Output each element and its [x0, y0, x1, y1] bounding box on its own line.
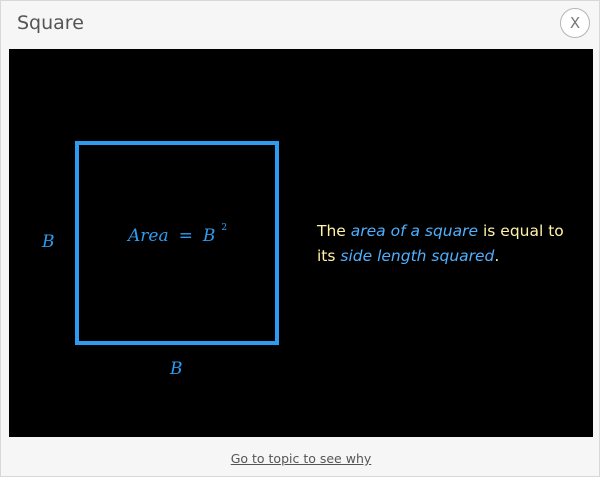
- explanation-part1: The: [317, 222, 351, 240]
- formula-exponent: 2: [221, 223, 228, 234]
- figure-canvas: B B Area = B 2 The area of a square is equa…: [9, 49, 593, 437]
- close-button[interactable]: X: [560, 8, 590, 38]
- formula-lhs: Area: [128, 226, 169, 246]
- go-to-topic-link[interactable]: Go to topic to see why: [1, 451, 600, 466]
- explanation-highlight-area: area of a square: [350, 222, 479, 240]
- formula-variable: B: [202, 226, 216, 246]
- area-formula: Area = B 2: [128, 223, 228, 246]
- dialog-title: Square: [17, 12, 84, 34]
- formula-equals: =: [178, 226, 193, 246]
- dialog: Square X B B Area = B 2 The area of a squar…: [0, 0, 600, 477]
- side-label-left: B: [42, 232, 55, 252]
- side-label-bottom: B: [170, 359, 183, 379]
- explanation-highlight-side: side length squared: [340, 247, 495, 265]
- explanation-text: The area of a square is equal to its sid…: [317, 219, 577, 269]
- explanation-part3: .: [494, 247, 500, 265]
